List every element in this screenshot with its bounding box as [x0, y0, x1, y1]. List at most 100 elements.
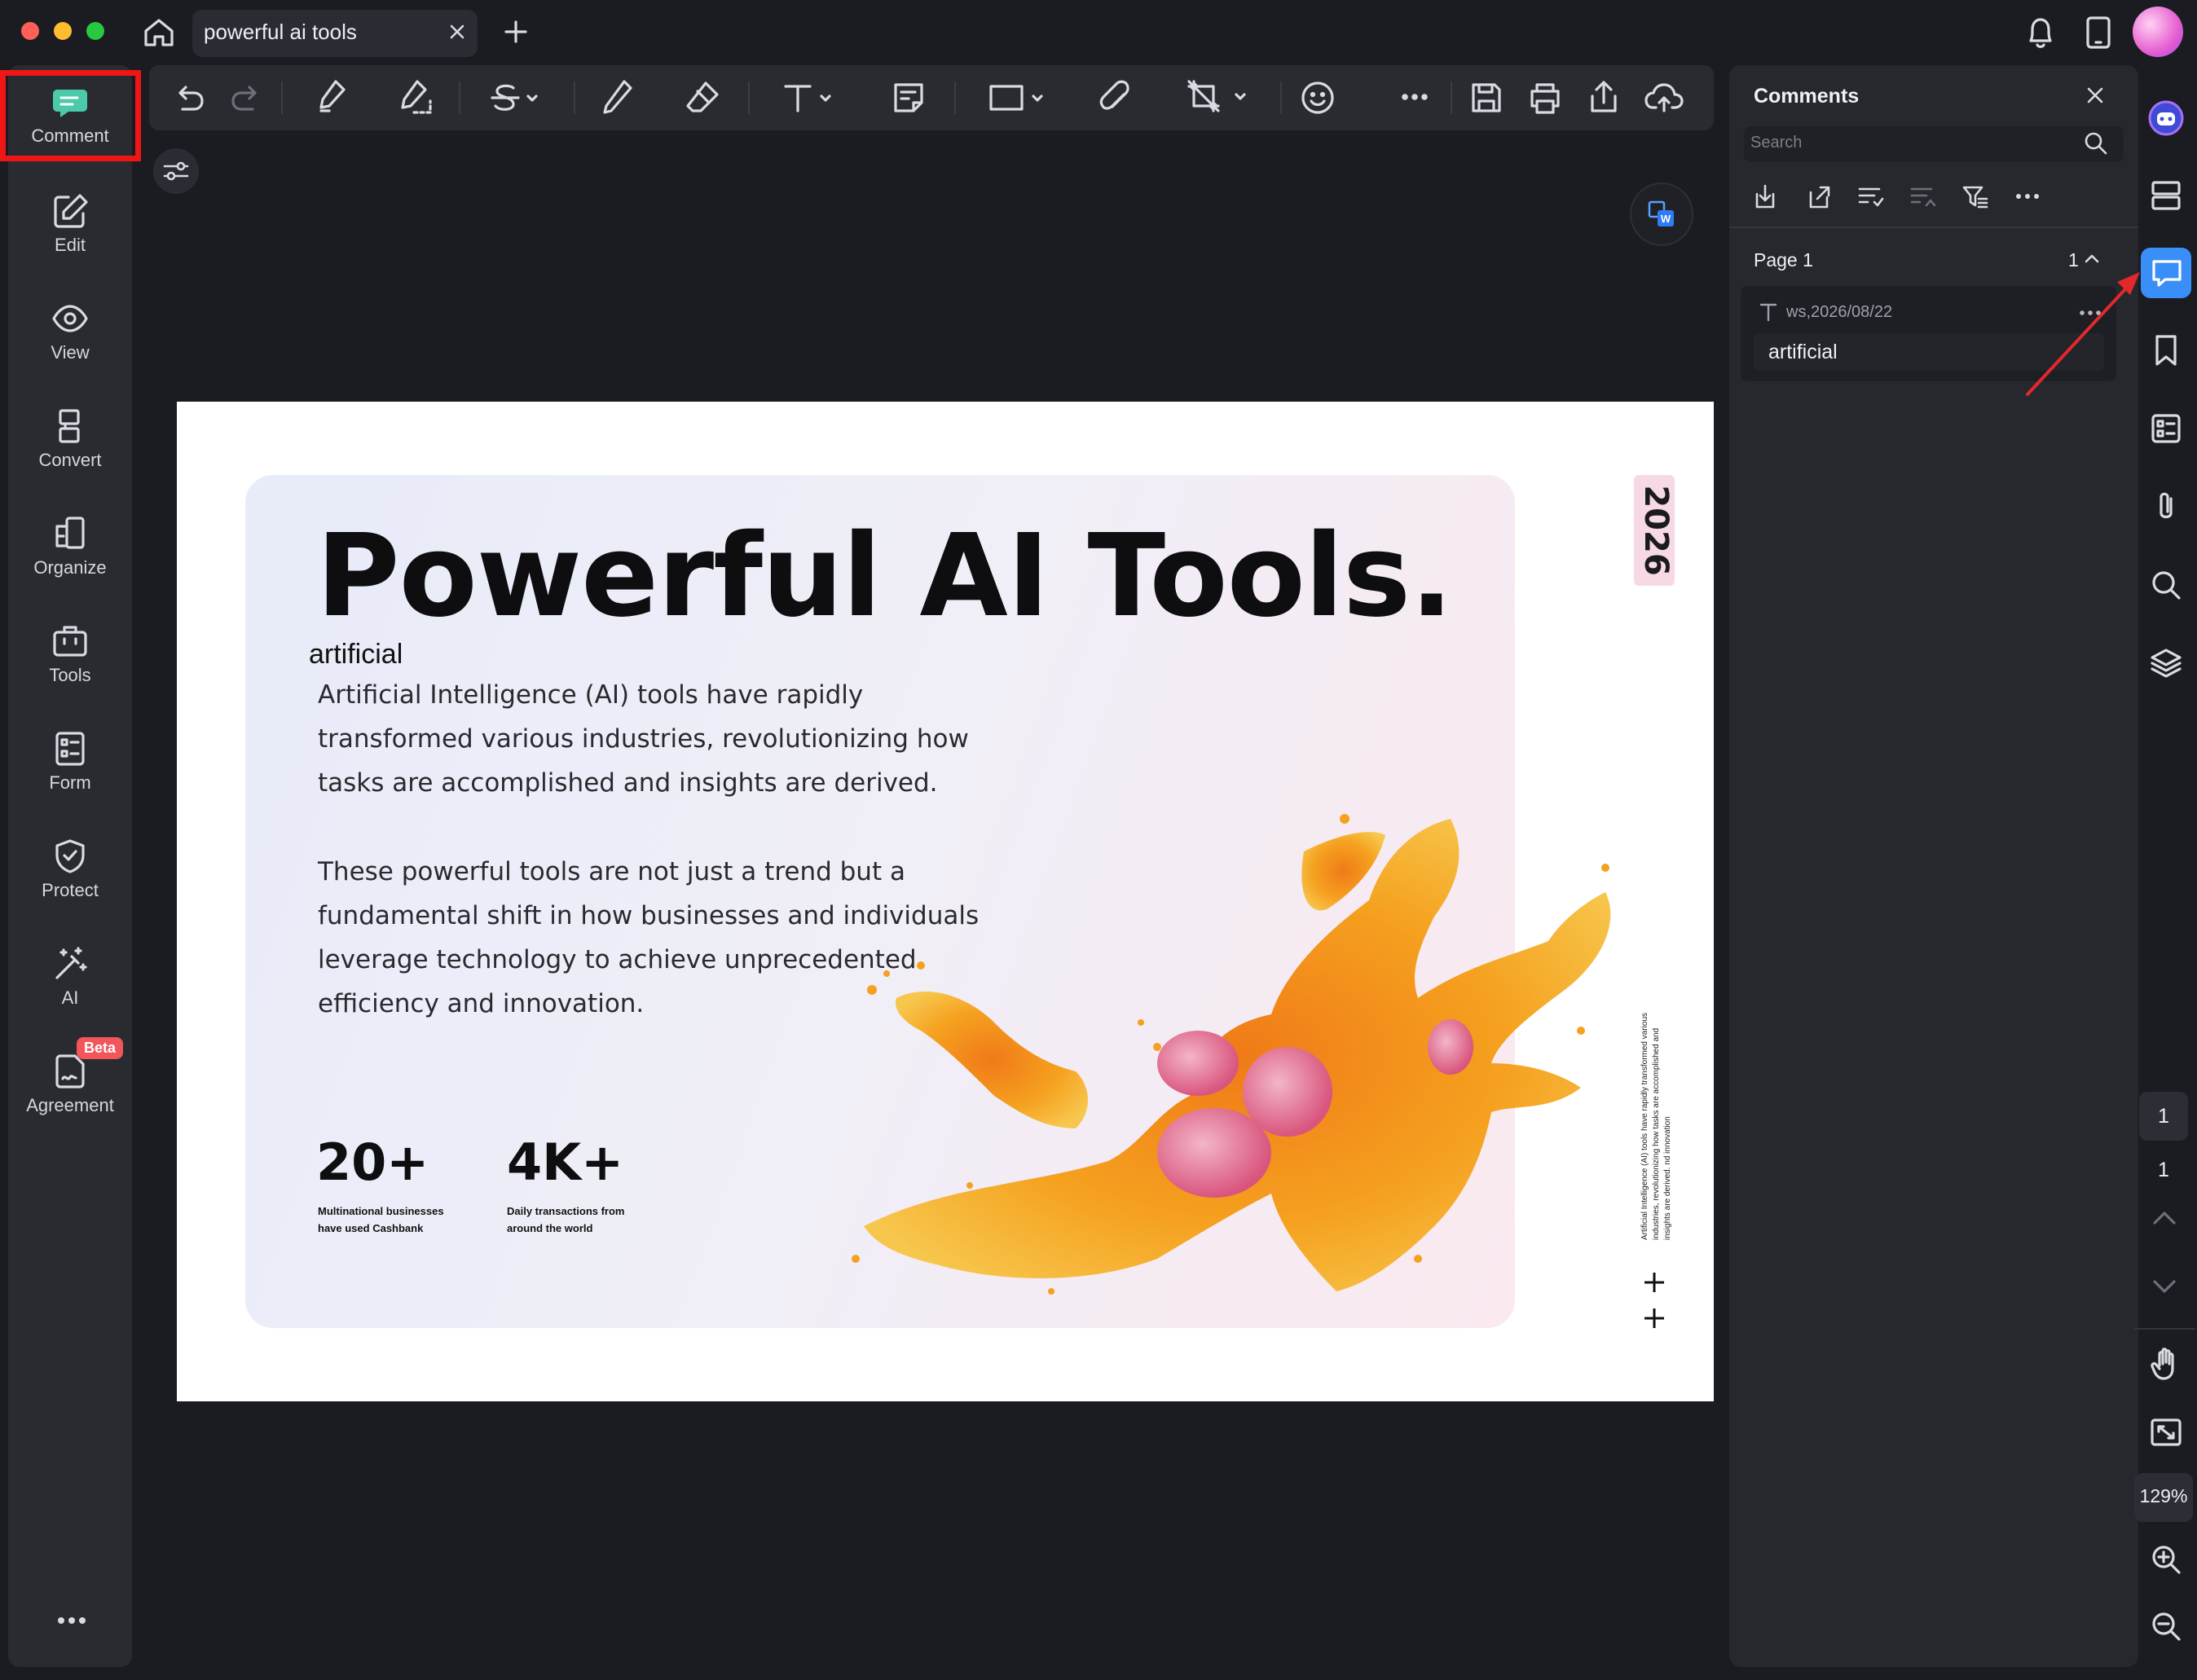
edit-icon — [54, 194, 88, 228]
stat-value: 4K+ — [507, 1132, 624, 1192]
more-options-icon[interactable] — [55, 1615, 88, 1626]
stat-caption: Multinational businesses have used Cashba… — [318, 1205, 444, 1234]
save-icon[interactable] — [1468, 80, 1504, 116]
sidebar-item-view[interactable]: View — [8, 300, 132, 363]
avatar[interactable] — [2133, 7, 2183, 57]
page-title: Powerful AI Tools. — [316, 510, 1453, 643]
plus-decoration-icon — [1643, 1271, 1666, 1333]
sidebar-item-label: Edit — [55, 235, 86, 255]
sidebar-item-label: Agreement — [26, 1095, 114, 1115]
svg-text:W: W — [1661, 213, 1671, 225]
organize-icon — [55, 517, 85, 549]
import-comments-icon[interactable] — [1750, 183, 1780, 212]
maximize-window-button[interactable] — [86, 22, 104, 40]
close-window-button[interactable] — [21, 22, 39, 40]
toolbar-divider — [1280, 81, 1282, 114]
word-translate-icon: W — [1648, 200, 1674, 226]
zoom-in-icon[interactable] — [2148, 1541, 2184, 1577]
form-fields-icon[interactable] — [2148, 411, 2184, 446]
redo-icon[interactable] — [228, 80, 264, 116]
text-tool-icon[interactable] — [781, 80, 838, 116]
stat-caption: Daily transactions from around the world — [507, 1205, 625, 1234]
area-highlight-icon[interactable] — [394, 78, 434, 117]
toolbox-icon — [53, 626, 87, 657]
attachments-icon[interactable] — [2148, 489, 2184, 525]
eraser-icon[interactable] — [683, 78, 722, 117]
more-comment-options-icon[interactable] — [2014, 191, 2041, 202]
minimize-window-button[interactable] — [54, 22, 72, 40]
tab-title: powerful ai tools — [204, 20, 357, 44]
search-document-icon[interactable] — [2148, 567, 2184, 603]
comment-bubble-icon — [2149, 255, 2185, 291]
print-icon[interactable] — [1527, 80, 1563, 116]
layers-icon[interactable] — [2148, 645, 2184, 681]
sidebar-item-label: Tools — [49, 665, 91, 685]
close-panel-icon[interactable] — [2085, 85, 2106, 106]
coral-artwork-image — [848, 803, 1630, 1300]
comment-page-label[interactable]: Page 1 — [1754, 249, 1813, 271]
highlighter-icon[interactable] — [313, 78, 349, 117]
new-tab-icon[interactable] — [504, 20, 528, 44]
export-comments-icon[interactable] — [1804, 183, 1834, 212]
bookmark-icon[interactable] — [2150, 332, 2182, 368]
toolbar-divider — [1451, 81, 1452, 114]
undo-icon[interactable] — [171, 80, 207, 116]
sidebar-item-ai[interactable]: AI — [8, 945, 132, 1009]
hand-pan-icon[interactable] — [2148, 1346, 2184, 1383]
next-page-icon[interactable] — [2151, 1278, 2177, 1295]
sidebar-item-edit[interactable]: Edit — [8, 192, 132, 256]
page-thumbnails-icon[interactable] — [2148, 178, 2184, 213]
sidebar-item-organize[interactable]: Organize — [8, 515, 132, 578]
cloud-upload-icon[interactable] — [1644, 80, 1684, 116]
more-tools-icon[interactable] — [1400, 91, 1429, 103]
toolbar-divider — [459, 81, 460, 114]
fit-page-icon[interactable] — [2148, 1414, 2184, 1450]
sidebar-item-protect[interactable]: Protect — [8, 838, 132, 901]
toolbar-divider — [954, 81, 956, 114]
ai-assistant-icon[interactable] — [2146, 98, 2186, 139]
shield-icon — [55, 839, 85, 873]
current-page-number: 1 — [2158, 1105, 2169, 1128]
body-paragraph-1: Artificial Intelligence (AI) tools have … — [318, 680, 969, 798]
strikethrough-icon[interactable] — [487, 80, 544, 116]
sidebar-item-tools[interactable]: Tools — [8, 622, 132, 686]
sidebar-item-agreement[interactable]: Agreement — [8, 1053, 132, 1116]
svg-text:Artificial Intelligence (AI) t: Artificial Intelligence (AI) tools have … — [1640, 1013, 1649, 1240]
search-placeholder: Search — [1750, 134, 1803, 152]
sidebar-item-form[interactable]: Form — [8, 730, 132, 794]
year-label: 2026 — [1634, 475, 1675, 586]
svg-text:2026: 2026 — [1637, 485, 1675, 575]
stamp-emoji-icon[interactable] — [1300, 78, 1339, 117]
beta-badge: Beta — [77, 1037, 124, 1059]
share-export-icon[interactable] — [1586, 78, 1622, 116]
sidebar-item-label: Protect — [42, 880, 99, 900]
close-tab-icon[interactable] — [448, 23, 466, 41]
zoom-out-icon[interactable] — [2148, 1608, 2184, 1644]
tablet-icon[interactable] — [2084, 15, 2113, 51]
sticky-note-icon[interactable] — [891, 80, 927, 116]
translate-to-word-button[interactable]: W — [1630, 183, 1693, 246]
text-annotation[interactable]: artificial — [309, 639, 403, 671]
crop-icon[interactable] — [1186, 78, 1251, 117]
previous-page-icon[interactable] — [2151, 1209, 2177, 1227]
bell-icon[interactable] — [2024, 15, 2057, 51]
filter-comments-icon[interactable] — [1961, 183, 1990, 212]
sidebar-item-label: Organize — [33, 557, 107, 578]
red-arrow-annotation — [2021, 261, 2151, 399]
search-icon[interactable] — [2083, 130, 2109, 156]
svg-text:insights are derived. nd innov: insights are derived. nd innovation — [1663, 1116, 1672, 1240]
convert-icon — [59, 409, 80, 443]
panel-divider — [1729, 226, 2138, 228]
sidebar-item-convert[interactable]: Convert — [8, 407, 132, 471]
home-icon[interactable] — [141, 15, 177, 51]
rail-divider — [2133, 1328, 2195, 1330]
display-settings-button[interactable] — [153, 148, 199, 194]
rectangle-shape-icon[interactable] — [988, 80, 1051, 116]
sliders-icon — [163, 161, 189, 181]
attachment-icon[interactable] — [1096, 78, 1135, 117]
sort-comments-icon[interactable] — [1856, 183, 1886, 212]
toolbar-divider — [281, 81, 283, 114]
vertical-side-note: Artificial Intelligence (AI) tools have … — [1634, 991, 1683, 1243]
collapse-comments-icon[interactable] — [1909, 183, 1938, 212]
pencil-icon[interactable] — [600, 78, 636, 117]
